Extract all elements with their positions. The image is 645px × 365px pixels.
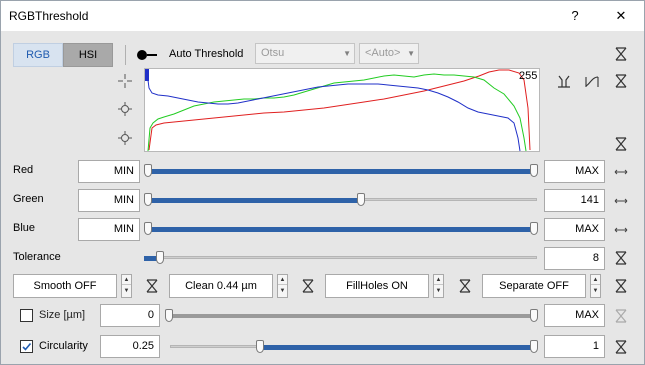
green-min-field[interactable]: MIN xyxy=(78,189,140,212)
size-label: Size [µm] xyxy=(39,309,86,321)
crosshair-minus-icon[interactable] xyxy=(118,131,132,145)
smooth-spinner[interactable]: ▲ ▼ xyxy=(121,274,132,298)
help-button[interactable]: ? xyxy=(553,1,597,31)
tolerance-label: Tolerance xyxy=(13,251,61,263)
smooth-field[interactable]: Smooth OFF xyxy=(13,274,117,298)
clean-field[interactable]: Clean 0.44 µm xyxy=(169,274,273,298)
size-min-field[interactable]: 0 xyxy=(100,304,160,327)
rgb-threshold-dialog: RGBThreshold ? ✕ RGB HSI Auto Threshold … xyxy=(0,0,645,365)
fillholes-field[interactable]: FillHoles ON xyxy=(325,274,429,298)
size-checkbox[interactable] xyxy=(20,309,33,322)
separate-spinner[interactable]: ▲ ▼ xyxy=(590,274,601,298)
green-low-handle[interactable] xyxy=(144,193,152,206)
circularity-label: Circularity xyxy=(39,340,88,352)
title-bar: RGBThreshold ? ✕ xyxy=(1,1,644,31)
blue-max-field[interactable]: MAX xyxy=(544,218,605,241)
circularity-low-handle[interactable] xyxy=(256,340,264,353)
reset-channels-icon[interactable] xyxy=(614,137,628,151)
blue-range-fill xyxy=(151,227,537,232)
green-range-fill xyxy=(151,198,364,203)
reset-separate-icon[interactable] xyxy=(614,279,628,293)
window-title: RGBThreshold xyxy=(9,9,89,23)
reset-clean-icon[interactable] xyxy=(301,279,315,293)
clean-spinner[interactable]: ▲ ▼ xyxy=(277,274,288,298)
crosshair-plus-icon[interactable] xyxy=(118,102,132,116)
size-low-handle[interactable] xyxy=(165,309,173,322)
red-range-fill xyxy=(151,169,537,174)
blue-high-handle[interactable] xyxy=(530,222,538,235)
channel-row-blue: Blue MIN MAX xyxy=(1,216,644,242)
expand-range-icon[interactable] xyxy=(614,194,628,208)
histogram: 255 xyxy=(144,68,540,152)
green-label: Green xyxy=(13,193,44,205)
tolerance-handle[interactable] xyxy=(156,251,164,264)
close-button[interactable]: ✕ xyxy=(599,1,643,31)
reset-smooth-icon[interactable] xyxy=(145,279,159,293)
tab-rgb[interactable]: RGB xyxy=(13,43,63,67)
method-select[interactable]: Otsu ▼ xyxy=(255,43,355,64)
toolbar-divider xyxy=(125,45,126,65)
red-label: Red xyxy=(13,164,34,176)
histogram-max-label: 255 xyxy=(519,70,537,82)
reset-tolerance-icon[interactable] xyxy=(614,251,628,265)
reset-icon[interactable] xyxy=(614,47,628,61)
curve-shape-icon[interactable] xyxy=(585,74,599,88)
size-row: Size [µm] 0 MAX xyxy=(1,303,644,329)
green-max-field[interactable]: 141 xyxy=(544,189,605,212)
circularity-min-field[interactable]: 0.25 xyxy=(100,335,160,358)
expand-range-icon[interactable] xyxy=(614,165,628,179)
blue-min-field[interactable]: MIN xyxy=(78,218,140,241)
min-max-icon[interactable] xyxy=(557,74,571,88)
reset-fillholes-icon[interactable] xyxy=(458,279,472,293)
blue-low-handle[interactable] xyxy=(144,222,152,235)
fillholes-spinner[interactable]: ▲ ▼ xyxy=(433,274,444,298)
size-max-field[interactable]: MAX xyxy=(544,304,605,327)
reset-size-icon[interactable] xyxy=(614,309,628,323)
circularity-high-handle[interactable] xyxy=(530,340,538,353)
red-low-handle[interactable] xyxy=(144,164,152,177)
separate-field[interactable]: Separate OFF xyxy=(482,274,586,298)
reset-histogram-icon[interactable] xyxy=(614,74,628,88)
channel-row-red: Red MIN MAX xyxy=(1,158,644,184)
expand-range-icon[interactable] xyxy=(614,223,628,237)
auto-select[interactable]: <Auto> ▼ xyxy=(359,43,419,64)
size-range-fill xyxy=(170,314,536,318)
reset-circularity-icon[interactable] xyxy=(614,340,628,354)
red-min-field[interactable]: MIN xyxy=(78,160,140,183)
auto-threshold-label: Auto Threshold xyxy=(169,48,244,60)
size-high-handle[interactable] xyxy=(530,309,538,322)
channel-row-green: Green MIN 141 xyxy=(1,187,644,213)
tab-hsi[interactable]: HSI xyxy=(63,43,113,67)
red-high-handle[interactable] xyxy=(530,164,538,177)
crosshair-icon[interactable] xyxy=(118,74,132,88)
blue-label: Blue xyxy=(13,222,36,234)
auto-threshold-toggle[interactable] xyxy=(137,50,159,60)
circularity-range-fill xyxy=(263,345,536,350)
operations-row: Smooth OFF ▲ ▼ Clean 0.44 µm ▲ ▼ FillHoles… xyxy=(1,273,644,299)
green-high-handle[interactable] xyxy=(357,193,365,206)
circularity-checkbox[interactable] xyxy=(20,340,33,353)
circularity-row: Circularity 0.25 1 xyxy=(1,334,644,360)
tolerance-row: Tolerance 8 xyxy=(1,245,644,271)
check-icon xyxy=(22,342,32,351)
red-max-field[interactable]: MAX xyxy=(544,160,605,183)
tolerance-field[interactable]: 8 xyxy=(544,247,605,270)
circularity-max-field[interactable]: 1 xyxy=(544,335,605,358)
